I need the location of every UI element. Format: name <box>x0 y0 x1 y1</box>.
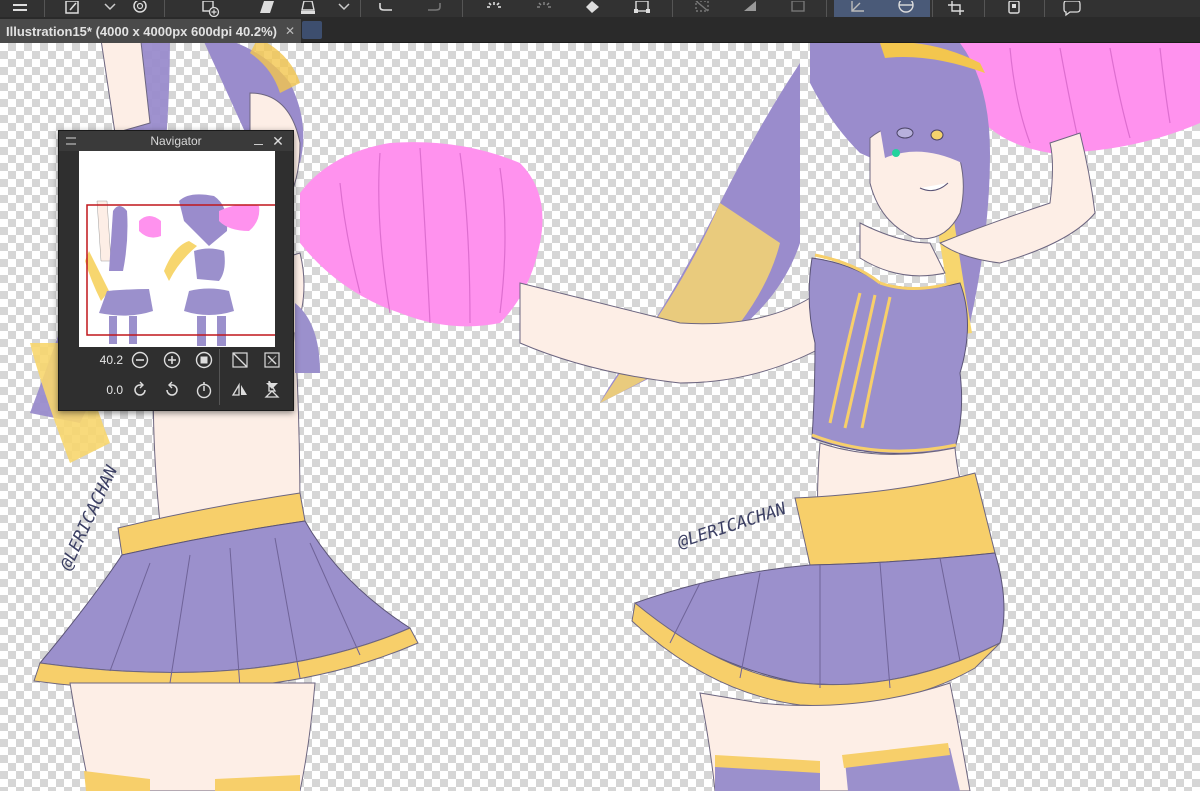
zoom-value[interactable]: 40.2 <box>95 353 123 367</box>
rotate-canvas-icon[interactable] <box>834 0 882 17</box>
grip-icon[interactable] <box>66 137 76 145</box>
frame-icon[interactable] <box>784 0 812 17</box>
fit-icon[interactable] <box>261 349 283 371</box>
fill-selection-icon[interactable] <box>736 0 764 17</box>
fit-to-window-icon[interactable] <box>229 349 251 371</box>
close-icon[interactable]: ✕ <box>271 133 285 149</box>
navigator-preview[interactable] <box>79 151 275 347</box>
add-icon[interactable] <box>330 0 358 17</box>
navigator-palette[interactable]: Navigator ✕ 40.2 0.0 <box>58 130 294 411</box>
navigator-title-bar[interactable]: Navigator ✕ <box>59 131 293 151</box>
dropdown-icon[interactable] <box>96 0 124 17</box>
redo-icon[interactable] <box>420 0 448 17</box>
new-layer-icon[interactable] <box>196 0 224 17</box>
stamp-icon[interactable] <box>126 0 154 17</box>
fill-icon[interactable] <box>252 0 280 17</box>
rotate-right-icon[interactable] <box>161 379 183 401</box>
flip-horizontal-icon[interactable] <box>229 379 251 401</box>
zoom-in-icon[interactable] <box>161 349 183 371</box>
document-tab[interactable]: Illustration15* (4000 x 4000px 600dpi 40… <box>0 19 302 43</box>
transform-icon[interactable] <box>628 0 656 17</box>
watermark-right: @LERICACHAN <box>674 499 789 553</box>
device-icon[interactable] <box>1000 0 1028 17</box>
close-icon[interactable]: ✕ <box>285 24 295 38</box>
loading-icon[interactable] <box>480 0 508 17</box>
sparkle-icon[interactable] <box>530 0 558 17</box>
flip-vertical-icon[interactable] <box>261 379 283 401</box>
comment-icon[interactable] <box>1058 0 1086 17</box>
rotation-value[interactable]: 0.0 <box>95 383 123 397</box>
right-figure: @LERICACHAN <box>519 43 1200 791</box>
reset-rotation-icon[interactable] <box>193 379 215 401</box>
pompom-left <box>300 142 543 327</box>
tab-settings-icon[interactable] <box>302 21 322 39</box>
watermark-left: @LERICACHAN <box>56 462 122 574</box>
fill-bucket-icon[interactable] <box>578 0 606 17</box>
document-tab-bar: Illustration15* (4000 x 4000px 600dpi 40… <box>0 17 1200 43</box>
actual-size-icon[interactable] <box>193 349 215 371</box>
top-toolbar <box>0 0 1200 17</box>
navigator-title: Navigator <box>150 134 202 148</box>
zoom-out-icon[interactable] <box>129 349 151 371</box>
document-tab-title: Illustration15* (4000 x 4000px 600dpi 40… <box>6 23 277 39</box>
clear-icon[interactable] <box>688 0 716 17</box>
tone-icon[interactable] <box>294 0 322 17</box>
rotate-left-icon[interactable] <box>129 379 151 401</box>
crop-icon[interactable] <box>942 0 970 17</box>
pen-icon[interactable] <box>58 0 86 17</box>
menu-icon[interactable] <box>6 0 34 17</box>
flip-icon[interactable] <box>882 0 930 17</box>
navigator-controls: 40.2 0.0 <box>65 347 289 407</box>
undo-icon[interactable] <box>372 0 400 17</box>
minimize-icon[interactable] <box>251 134 265 148</box>
